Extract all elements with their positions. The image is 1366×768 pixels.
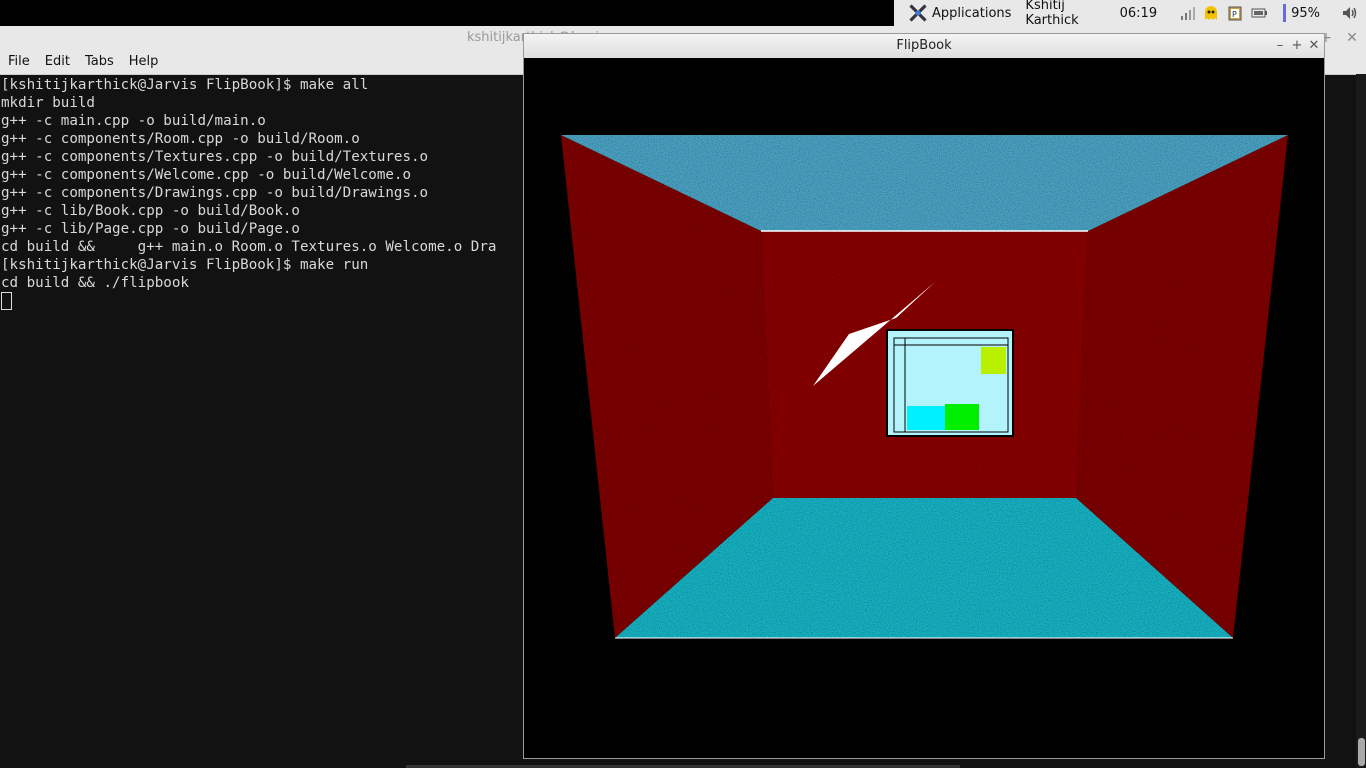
user-name: Kshitij Karthick bbox=[1025, 0, 1079, 28]
user-menu[interactable]: Kshitij Karthick bbox=[1015, 0, 1109, 28]
terminal-line: mkdir build bbox=[1, 95, 95, 111]
menu-help[interactable]: Help bbox=[121, 50, 166, 74]
terminal-line: g++ -c components/Room.cpp -o build/Room… bbox=[1, 131, 360, 147]
svg-text:P: P bbox=[1232, 10, 1237, 19]
terminal-line: cd build && g++ main.o Room.o Textures.o… bbox=[1, 239, 497, 255]
terminal-line: g++ -c components/Drawings.cpp -o build/… bbox=[1, 185, 429, 201]
menu-edit[interactable]: Edit bbox=[37, 50, 77, 74]
cyan-square bbox=[907, 406, 945, 430]
picture-frame bbox=[886, 329, 1014, 437]
terminal-line: g++ -c components/Welcome.cpp -o build/W… bbox=[1, 167, 411, 183]
battery-percent: 95% bbox=[1291, 5, 1320, 21]
clock[interactable]: 06:19 bbox=[1110, 0, 1161, 26]
flipbook-minimize-button[interactable]: – bbox=[1272, 34, 1288, 58]
lime-square bbox=[981, 347, 1006, 374]
terminal-cursor bbox=[1, 292, 12, 310]
menu-file[interactable]: File bbox=[0, 50, 37, 74]
applications-icon bbox=[909, 4, 927, 22]
terminal-line: g++ -c components/Textures.cpp -o build/… bbox=[1, 149, 429, 165]
flipbook-canvas[interactable] bbox=[524, 58, 1324, 758]
terminal-scrollbar[interactable] bbox=[1356, 74, 1366, 768]
terminal-close-button[interactable]: ✕ bbox=[1344, 26, 1360, 50]
terminal-line: g++ -c lib/Book.cpp -o build/Book.o bbox=[1, 203, 300, 219]
terminal-line: [kshitijkarthick@Jarvis FlipBook]$ make … bbox=[1, 77, 369, 93]
flipbook-title: FlipBook bbox=[896, 38, 952, 53]
flipbook-window[interactable]: FlipBook – + ✕ bbox=[523, 33, 1325, 759]
flipbook-maximize-button[interactable]: + bbox=[1289, 34, 1305, 58]
applications-label: Applications bbox=[932, 5, 1012, 21]
applications-menu[interactable]: Applications bbox=[894, 0, 1015, 26]
volume-icon[interactable] bbox=[1342, 5, 1358, 21]
clipboard-icon[interactable]: P bbox=[1227, 5, 1243, 21]
terminal-line: [kshitijkarthick@Jarvis FlipBook]$ make … bbox=[1, 257, 369, 273]
terminal-line: g++ -c main.cpp -o build/main.o bbox=[1, 113, 266, 129]
battery-icon[interactable] bbox=[1251, 5, 1268, 21]
clock-label: 06:19 bbox=[1119, 5, 1158, 21]
flipbook-close-button[interactable]: ✕ bbox=[1306, 34, 1322, 58]
terminal-output[interactable]: [kshitijkarthick@Jarvis FlipBook]$ make … bbox=[1, 76, 496, 312]
top-panel: Applications Kshitij Karthick 06:19 P 95… bbox=[0, 0, 1366, 28]
battery-level-bar bbox=[1283, 4, 1287, 22]
room-scene bbox=[561, 135, 1288, 639]
ghost-icon[interactable] bbox=[1203, 5, 1219, 21]
green-square bbox=[945, 404, 979, 430]
flipbook-titlebar[interactable]: FlipBook – + ✕ bbox=[524, 34, 1324, 58]
battery-status[interactable]: 95% bbox=[1275, 0, 1324, 26]
menu-tabs[interactable]: Tabs bbox=[77, 50, 121, 74]
panel-tray: Applications Kshitij Karthick 06:19 P 95… bbox=[894, 0, 1366, 28]
network-signal-icon[interactable] bbox=[1179, 5, 1196, 21]
terminal-line: g++ -c lib/Page.cpp -o build/Page.o bbox=[1, 221, 300, 237]
terminal-line: cd build && ./flipbook bbox=[1, 275, 189, 291]
scrollbar-thumb[interactable] bbox=[1358, 738, 1365, 766]
